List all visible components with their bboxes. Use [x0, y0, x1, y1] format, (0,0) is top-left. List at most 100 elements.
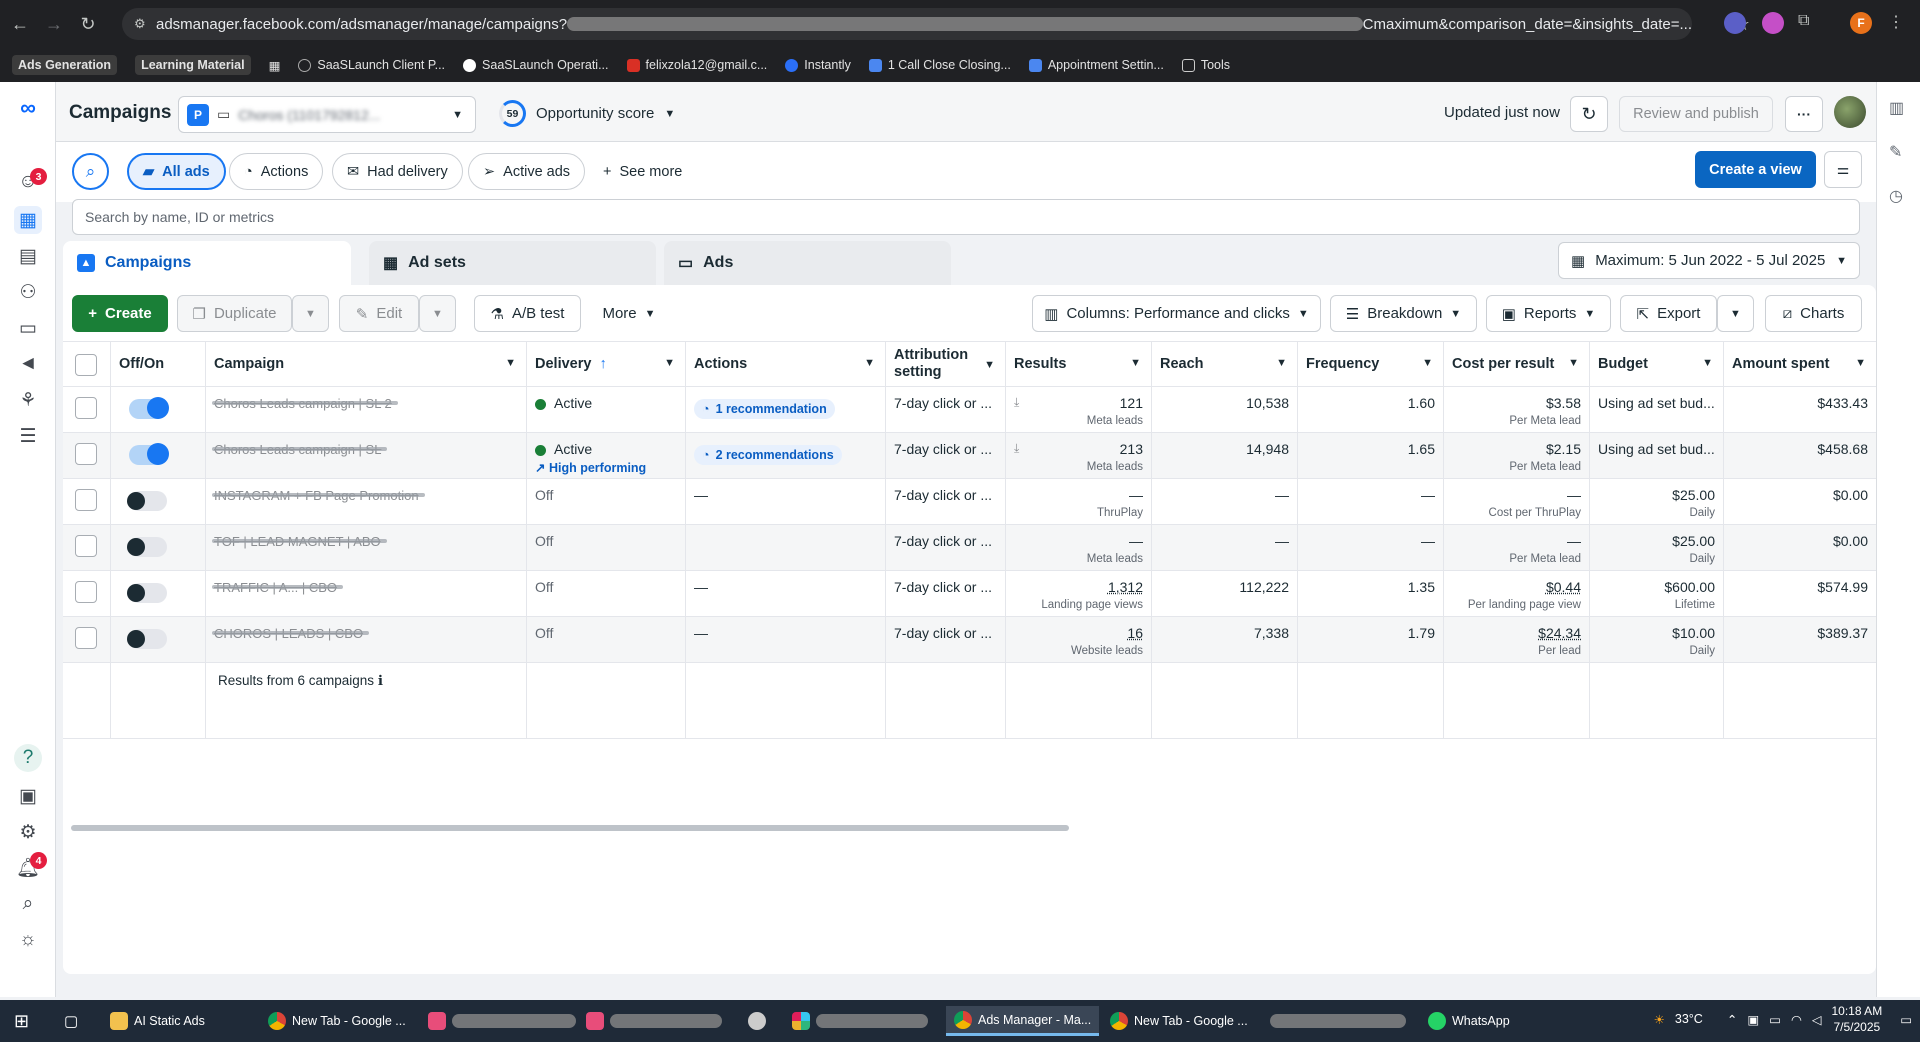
column-menu-icon[interactable]: ▼	[1568, 357, 1579, 369]
megaphone-icon[interactable]: ◄	[14, 350, 42, 378]
table-row[interactable]: TRAFFIC | A... | CBO Off — 7-day click or .…	[63, 571, 1876, 617]
column-menu-icon[interactable]: ▼	[1130, 357, 1141, 369]
user-avatar[interactable]	[1834, 96, 1866, 128]
volume-icon[interactable]: ◁	[1812, 1012, 1822, 1027]
weather-icon[interactable]: ☀	[1654, 1012, 1665, 1027]
notifications-center-icon[interactable]: ▭	[1900, 1012, 1912, 1027]
chart-icon[interactable]: ▥	[1889, 98, 1909, 118]
filter-had-delivery[interactable]: ✉ Had delivery	[332, 153, 463, 190]
campaign-name-link[interactable]: INSTAGRAM + FB Page Promotion	[214, 488, 419, 503]
taskbar-app-redacted[interactable]	[792, 1006, 928, 1036]
extension-icon[interactable]	[1762, 12, 1784, 34]
taskbar-app[interactable]: WhatsApp	[1428, 1006, 1510, 1036]
search-icon[interactable]: ⌕	[14, 890, 42, 918]
device-icon[interactable]: ▣	[1747, 1012, 1759, 1027]
table-row[interactable]: Choros Leads campaign | SL Active ↗ High p…	[63, 433, 1876, 479]
profile-avatar[interactable]: F	[1850, 12, 1872, 34]
campaign-name-link[interactable]: TOF | LEAD MAGNET | ABO	[214, 534, 381, 549]
table-row[interactable]: TOF | LEAD MAGNET | ABO Off 7-day click or…	[63, 525, 1876, 571]
table-row[interactable]: INSTAGRAM + FB Page Promotion Off — 7-day c…	[63, 479, 1876, 525]
pencil-icon[interactable]: ✎	[1889, 142, 1909, 162]
extension-icon[interactable]	[1724, 12, 1746, 34]
recommendation-chip[interactable]: ◔ 1 recommendation	[694, 399, 835, 419]
horizontal-scrollbar[interactable]	[71, 825, 1069, 831]
taskbar-app[interactable]	[748, 1006, 766, 1036]
chevron-up-icon[interactable]: ⌃	[1727, 1012, 1737, 1027]
view-settings-icon[interactable]: ⚌	[1824, 151, 1862, 188]
ab-test-button[interactable]: ⚗ A/B test	[474, 295, 581, 332]
audiences-icon[interactable]: ⚇	[14, 278, 42, 306]
campaign-name-link[interactable]: Choros Leads campaign | SL 2	[214, 396, 392, 411]
column-header-actions[interactable]: Actions ▼	[686, 342, 886, 386]
column-menu-icon[interactable]: ▼	[1855, 357, 1866, 369]
campaign-name-link[interactable]: TRAFFIC | A... | CBO	[214, 580, 337, 595]
edit-dropdown[interactable]: ▼	[419, 295, 456, 332]
bug-report-icon[interactable]: ☼	[14, 926, 42, 954]
column-header-delivery[interactable]: Delivery ↑ ▼	[527, 342, 686, 386]
column-header-attribution[interactable]: Attribution setting ▼	[886, 342, 1006, 386]
taskbar-app[interactable]: New Tab - Google ...	[268, 1006, 406, 1036]
review-and-publish-button[interactable]: Review and publish	[1619, 96, 1773, 132]
row-checkbox[interactable]	[75, 397, 97, 419]
table-row[interactable]: Choros Leads campaign | SL 2 Active ◔ 1 rec…	[63, 387, 1876, 433]
column-header-results[interactable]: Results ▼	[1006, 342, 1152, 386]
wifi-icon[interactable]: ◠	[1791, 1012, 1802, 1027]
tab-ads[interactable]: ▭ Ads	[664, 241, 951, 285]
campaign-name-link[interactable]: CHOROS | LEADS | CBO	[214, 626, 363, 641]
campaign-toggle[interactable]	[127, 491, 167, 511]
bookmark-item[interactable]: 1 Call Close Closing...	[868, 58, 1011, 72]
column-menu-icon[interactable]: ▼	[1276, 357, 1287, 369]
tab-ad-sets[interactable]: ▦ Ad sets	[369, 241, 656, 285]
clock[interactable]: 10:18 AM 7/5/2025	[1831, 1003, 1882, 1035]
campaign-name-link[interactable]: Choros Leads campaign | SL	[214, 442, 381, 457]
filter-actions[interactable]: ◔ Actions	[229, 153, 324, 190]
column-menu-icon[interactable]: ▼	[505, 357, 516, 369]
column-menu-icon[interactable]: ▼	[984, 357, 995, 374]
campaign-toggle[interactable]	[129, 397, 169, 419]
settings-gear-icon[interactable]: ⚙	[14, 818, 42, 846]
column-header-budget[interactable]: Budget ▼	[1590, 342, 1724, 386]
info-icon[interactable]: ℹ	[378, 673, 383, 688]
filter-active-ads[interactable]: ➢ Active ads	[468, 153, 586, 190]
all-tools-menu-icon[interactable]: ☰	[14, 422, 42, 450]
opportunity-score[interactable]: 59 Opportunity score ▼	[499, 100, 675, 127]
export-dropdown[interactable]: ▼	[1717, 295, 1754, 332]
bookmark-item[interactable]: Appointment Settin...	[1028, 58, 1164, 72]
more-dropdown[interactable]: More ▼	[591, 295, 667, 332]
row-checkbox[interactable]	[75, 443, 97, 465]
history-clock-icon[interactable]: ◷	[1889, 186, 1909, 206]
reload-icon[interactable]: ↻	[74, 10, 102, 38]
filter-all-ads[interactable]: ▰ All ads	[127, 153, 226, 190]
meta-logo-icon[interactable]: ∞	[14, 94, 42, 122]
battery-icon[interactable]: ▭	[1769, 1012, 1781, 1027]
search-input[interactable]: Search by name, ID or metrics	[72, 199, 1860, 235]
bookmark-item[interactable]: Instantly	[785, 58, 851, 72]
column-menu-icon[interactable]: ▼	[1422, 357, 1433, 369]
duplicate-button[interactable]: ❐ Duplicate	[177, 295, 292, 332]
column-header-cost-per-result[interactable]: Cost per result ▼	[1444, 342, 1590, 386]
create-button[interactable]: + Create	[72, 295, 168, 332]
start-button[interactable]: ⊞	[14, 1006, 29, 1036]
billing-icon[interactable]: ▭	[14, 314, 42, 342]
tab-campaigns[interactable]: ▲ Campaigns	[63, 241, 351, 285]
events-manager-icon[interactable]: ⚘	[14, 386, 42, 414]
forward-icon[interactable]: →	[40, 10, 68, 38]
campaign-toggle[interactable]	[129, 443, 169, 465]
reports-dropdown[interactable]: ▣ Reports ▼	[1486, 295, 1611, 332]
download-icon[interactable]: ⤓	[1014, 441, 1019, 456]
bookmark-folder[interactable]: Learning Material	[135, 55, 251, 75]
bookmark-item[interactable]: SaaSLaunch Operati...	[463, 58, 609, 72]
campaign-toggle[interactable]	[127, 537, 167, 557]
refresh-button[interactable]: ↻	[1570, 96, 1608, 132]
campaign-toggle[interactable]	[127, 583, 167, 603]
date-range-picker[interactable]: ▦ Maximum: 5 Jun 2022 - 5 Jul 2025 ▼	[1558, 242, 1860, 279]
campaigns-table-icon[interactable]: ▦	[14, 206, 42, 234]
export-button[interactable]: ⇱ Export	[1620, 295, 1717, 332]
column-header-reach[interactable]: Reach ▼	[1152, 342, 1298, 386]
row-checkbox[interactable]	[75, 581, 97, 603]
taskbar-app-active[interactable]: Ads Manager - Ma...	[946, 1006, 1100, 1036]
row-checkbox[interactable]	[75, 627, 97, 649]
duplicate-dropdown[interactable]: ▼	[292, 295, 329, 332]
download-icon[interactable]: ⤓	[1014, 395, 1019, 410]
column-header-campaign[interactable]: Campaign ▼	[206, 342, 527, 386]
